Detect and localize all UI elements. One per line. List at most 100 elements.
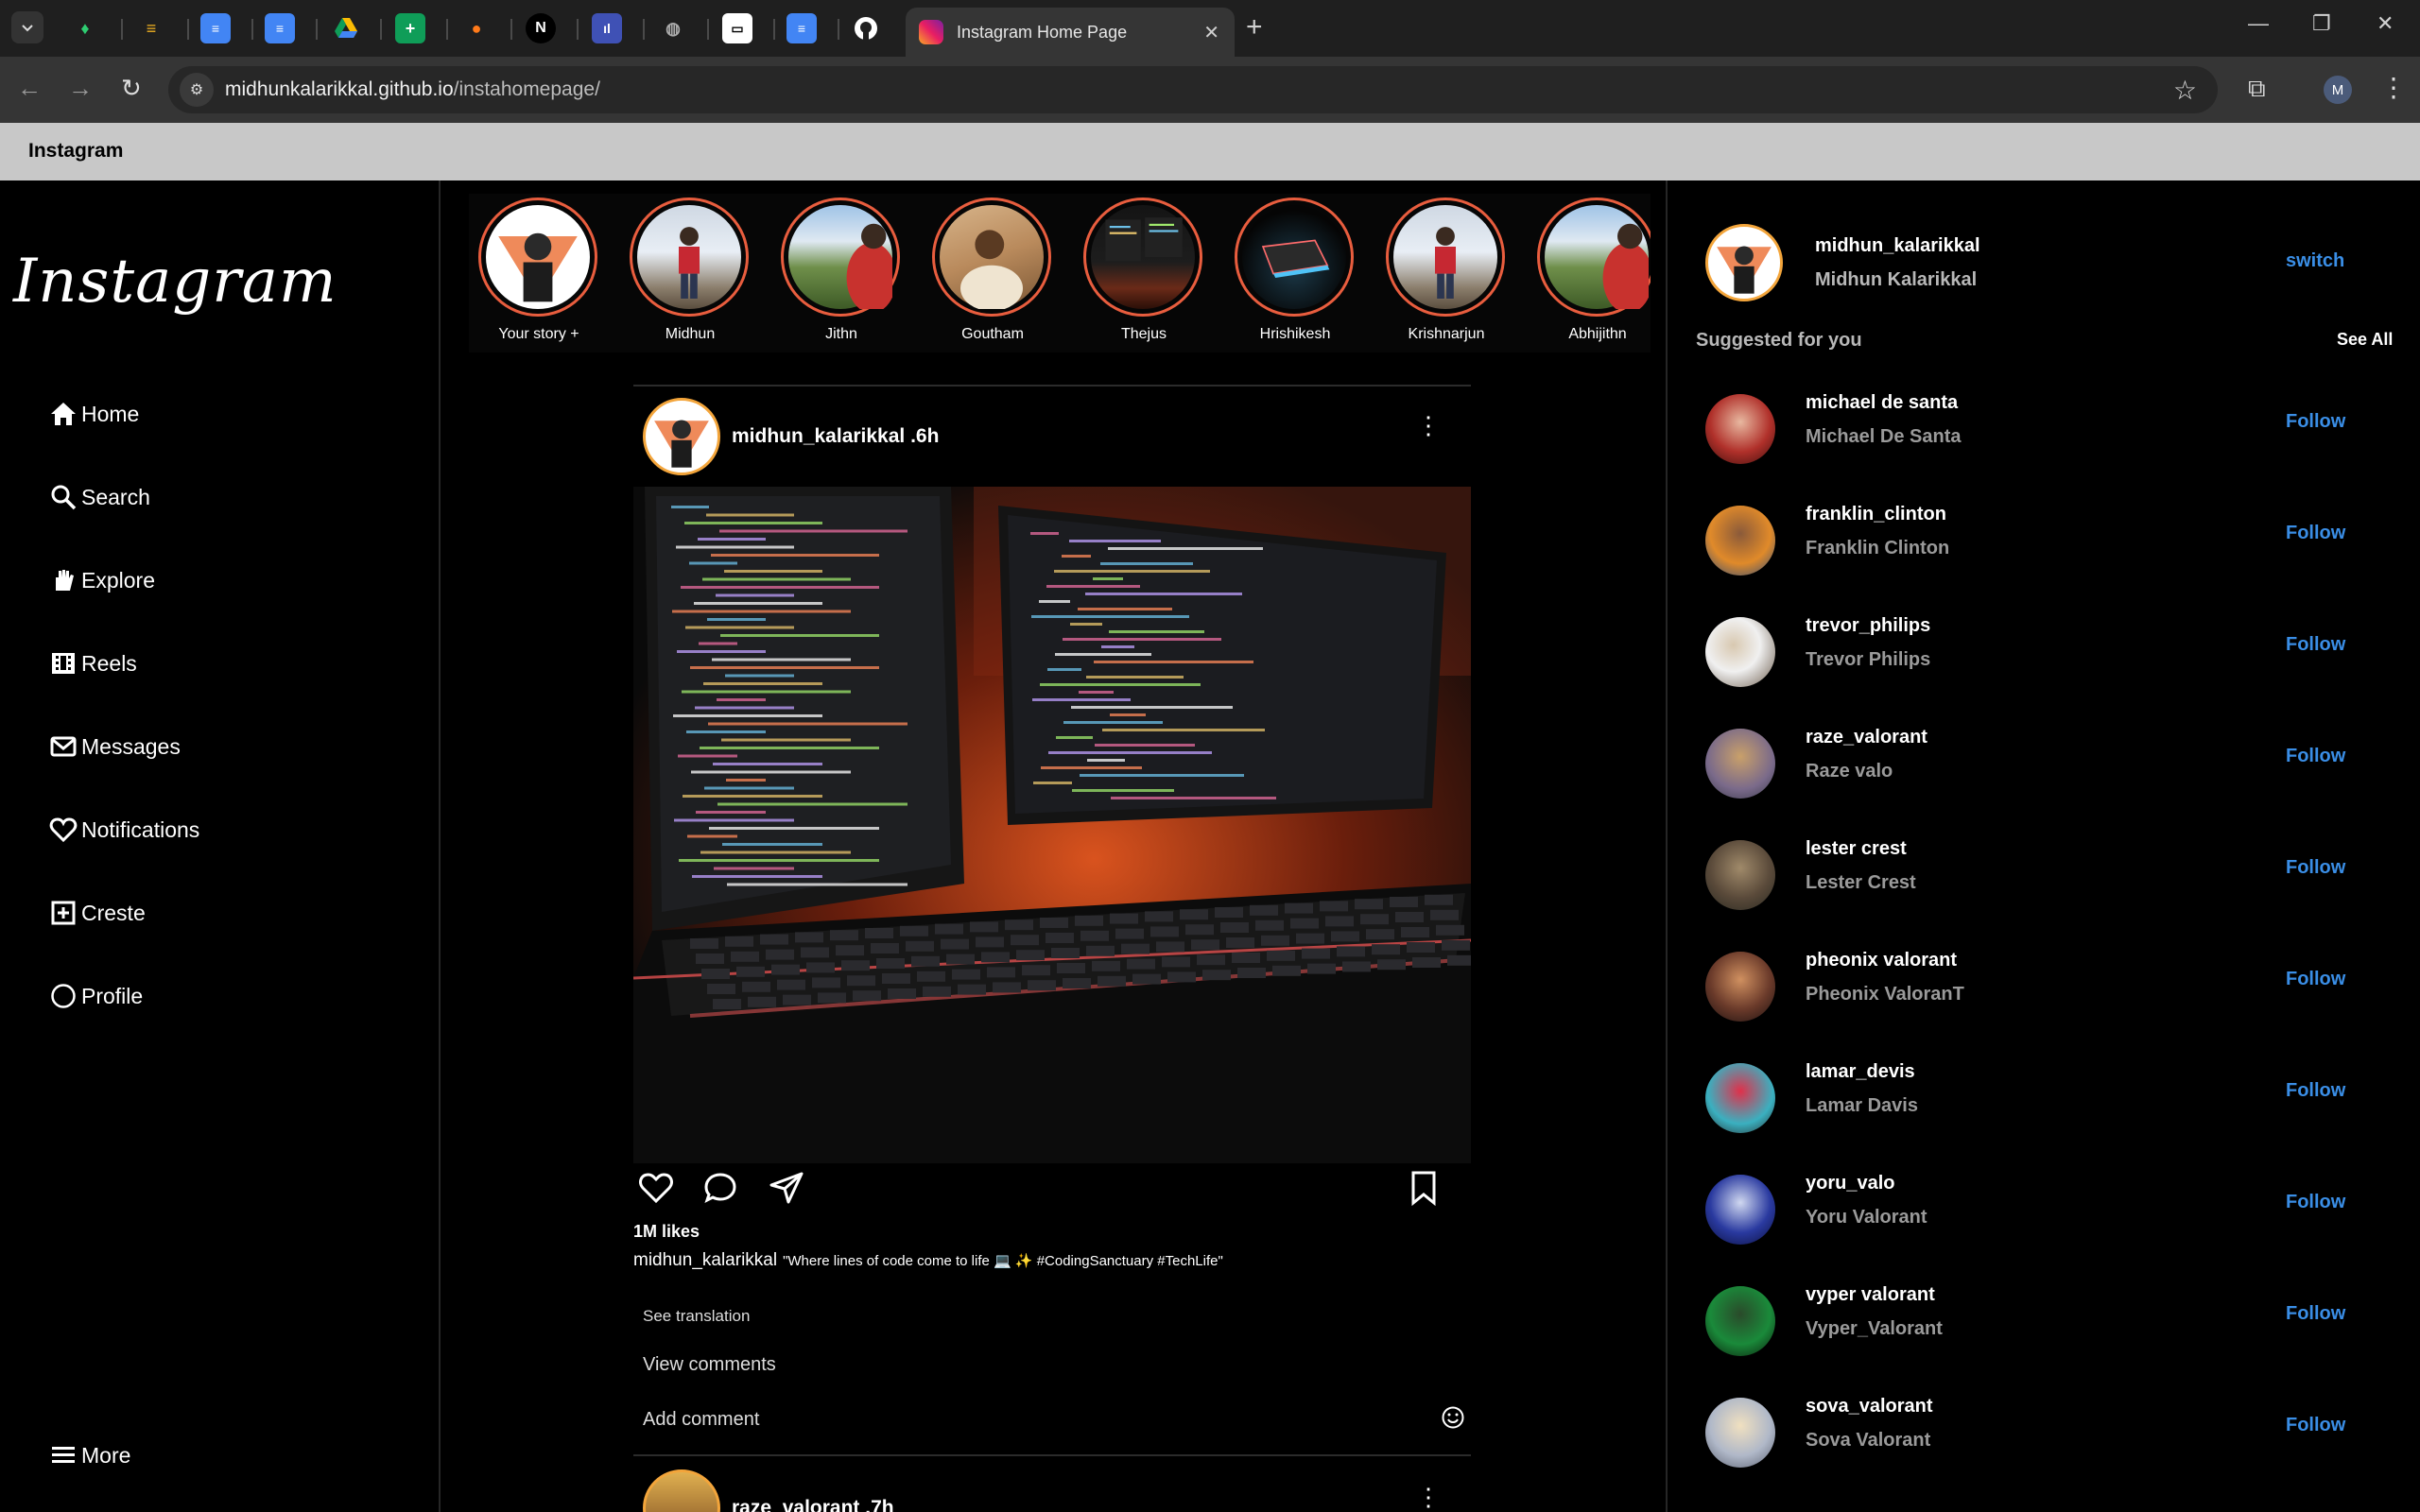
follow-button[interactable]: Follow: [2286, 634, 2345, 656]
suggestion-username[interactable]: raze_valorant: [1806, 727, 1927, 748]
suggestion-avatar[interactable]: [1705, 506, 1775, 576]
post-avatar[interactable]: [643, 398, 720, 475]
comment-icon[interactable]: [701, 1169, 739, 1207]
story-item[interactable]: Hrishikesh: [1225, 194, 1365, 352]
pinned-tab-docs-3[interactable]: ≡: [786, 13, 817, 43]
pinned-tab-docs-2[interactable]: ≡: [265, 13, 295, 43]
follow-button[interactable]: Follow: [2286, 1415, 2345, 1436]
switch-account-link[interactable]: switch: [2286, 250, 2344, 272]
tab-separator: [643, 19, 645, 40]
follow-button[interactable]: Follow: [2286, 857, 2345, 879]
browser-menu-icon[interactable]: ⋮: [2380, 72, 2407, 103]
caption-username[interactable]: midhun_kalarikkal: [633, 1250, 777, 1270]
follow-button[interactable]: Follow: [2286, 411, 2345, 433]
see-translation-link[interactable]: See translation: [643, 1307, 750, 1326]
add-comment-input[interactable]: Add comment: [643, 1409, 759, 1431]
story-item[interactable]: Your story +: [469, 194, 609, 352]
pinned-tab-nextjs[interactable]: N: [526, 13, 556, 43]
pinned-tab-mongodb[interactable]: ♦: [70, 13, 100, 43]
post-username[interactable]: raze_valorant .7h: [732, 1497, 894, 1512]
pinned-tab-globe[interactable]: ◍: [658, 13, 688, 43]
suggestion-avatar[interactable]: [1705, 394, 1775, 464]
suggestion-username[interactable]: trevor_philips: [1806, 615, 1930, 637]
suggestion-username[interactable]: sova_valorant: [1806, 1396, 1933, 1418]
suggestion-avatar[interactable]: [1705, 952, 1775, 1022]
site-info-icon[interactable]: ⚙: [180, 73, 214, 107]
suggestion-avatar[interactable]: [1705, 617, 1775, 687]
suggestion-avatar[interactable]: [1705, 1175, 1775, 1245]
follow-button[interactable]: Follow: [2286, 969, 2345, 990]
suggestion-avatar[interactable]: [1705, 729, 1775, 799]
emoji-icon[interactable]: [1441, 1405, 1465, 1430]
tab-search-button[interactable]: [11, 11, 43, 43]
suggestion-username[interactable]: lester crest: [1806, 838, 1907, 860]
nav-explore[interactable]: Explore: [49, 566, 155, 594]
follow-button[interactable]: Follow: [2286, 1303, 2345, 1325]
pinned-tab-6[interactable]: ıl: [592, 13, 622, 43]
story-item[interactable]: Thejus: [1074, 194, 1214, 352]
suggestion-username[interactable]: vyper valorant: [1806, 1284, 1935, 1306]
story-item[interactable]: Midhun: [620, 194, 760, 352]
pinned-tab-github[interactable]: [851, 13, 881, 43]
follow-button[interactable]: Follow: [2286, 746, 2345, 767]
story-item[interactable]: Jithn: [771, 194, 911, 352]
restore-button[interactable]: ❐: [2312, 11, 2331, 36]
bookmark-star-icon[interactable]: ☆: [2173, 75, 2197, 106]
view-comments-link[interactable]: View comments: [643, 1354, 776, 1376]
suggestion-avatar[interactable]: [1705, 1286, 1775, 1356]
minimize-button[interactable]: —: [2248, 11, 2269, 36]
suggestion-avatar[interactable]: [1705, 1398, 1775, 1468]
extensions-icon[interactable]: ⧉: [2248, 74, 2266, 104]
back-button[interactable]: ←: [17, 74, 42, 103]
pinned-tab-firebase[interactable]: ●: [461, 13, 492, 43]
suggestion-avatar[interactable]: [1705, 840, 1775, 910]
new-tab-button[interactable]: +: [1246, 11, 1263, 43]
story-item[interactable]: Abhijithn: [1528, 194, 1651, 352]
pinned-tab-drive[interactable]: [331, 13, 361, 43]
like-heart-icon[interactable]: [637, 1169, 675, 1207]
post-image[interactable]: [633, 487, 1471, 1163]
suggestion-username[interactable]: michael de santa: [1806, 392, 1958, 414]
nav-create[interactable]: Creste: [49, 899, 146, 927]
current-username[interactable]: midhun_kalarikkal: [1815, 235, 1980, 257]
suggested-title: Suggested for you: [1696, 330, 1862, 351]
post-options-icon[interactable]: ⋮: [1416, 1483, 1441, 1512]
profile-avatar[interactable]: M: [2324, 76, 2352, 104]
reload-button[interactable]: ↻: [121, 74, 142, 103]
current-user-avatar[interactable]: [1705, 224, 1783, 301]
nav-more[interactable]: More: [49, 1441, 130, 1469]
suggestion-username[interactable]: franklin_clinton: [1806, 504, 1946, 525]
post-username[interactable]: midhun_kalarikkal .6h: [732, 425, 939, 448]
pinned-tab-8[interactable]: ▭: [722, 13, 752, 43]
nav-home[interactable]: Home: [49, 400, 139, 428]
post-options-icon[interactable]: ⋮: [1416, 411, 1441, 440]
address-bar[interactable]: ⚙ midhunkalarikkal.github.io/instahomepa…: [168, 66, 2218, 113]
nav-notifications[interactable]: Notifications: [49, 816, 199, 844]
pinned-tab-docs[interactable]: ≡: [200, 13, 231, 43]
story-item[interactable]: Goutham: [923, 194, 1063, 352]
share-send-icon[interactable]: [768, 1169, 805, 1207]
save-bookmark-icon[interactable]: [1405, 1169, 1443, 1207]
story-item[interactable]: Krishnarjun: [1376, 194, 1516, 352]
see-all-link[interactable]: See All: [2337, 330, 2393, 350]
suggestion-name: Pheonix ValoranT: [1806, 984, 1964, 1005]
nav-messages[interactable]: Messages: [49, 732, 181, 761]
nav-search[interactable]: Search: [49, 483, 150, 511]
suggestion-username[interactable]: pheonix valorant: [1806, 950, 1957, 971]
follow-button[interactable]: Follow: [2286, 1080, 2345, 1102]
suggestion-username[interactable]: lamar_devis: [1806, 1061, 1915, 1083]
active-tab[interactable]: Instagram Home Page ✕: [906, 8, 1235, 57]
suggestion-username[interactable]: yoru_valo: [1806, 1173, 1894, 1194]
instagram-logo[interactable]: Instagram: [13, 247, 337, 317]
follow-button[interactable]: Follow: [2286, 523, 2345, 544]
close-tab-icon[interactable]: ✕: [1203, 21, 1219, 44]
forward-button[interactable]: →: [68, 74, 93, 103]
pinned-tab-sheets[interactable]: +: [395, 13, 425, 43]
pinned-tab-2[interactable]: ≡: [136, 13, 166, 43]
post-avatar[interactable]: [643, 1469, 720, 1512]
follow-button[interactable]: Follow: [2286, 1192, 2345, 1213]
nav-profile[interactable]: Profile: [49, 982, 143, 1010]
suggestion-avatar[interactable]: [1705, 1063, 1775, 1133]
close-window-button[interactable]: ✕: [2377, 11, 2394, 36]
nav-reels[interactable]: Reels: [49, 649, 137, 678]
